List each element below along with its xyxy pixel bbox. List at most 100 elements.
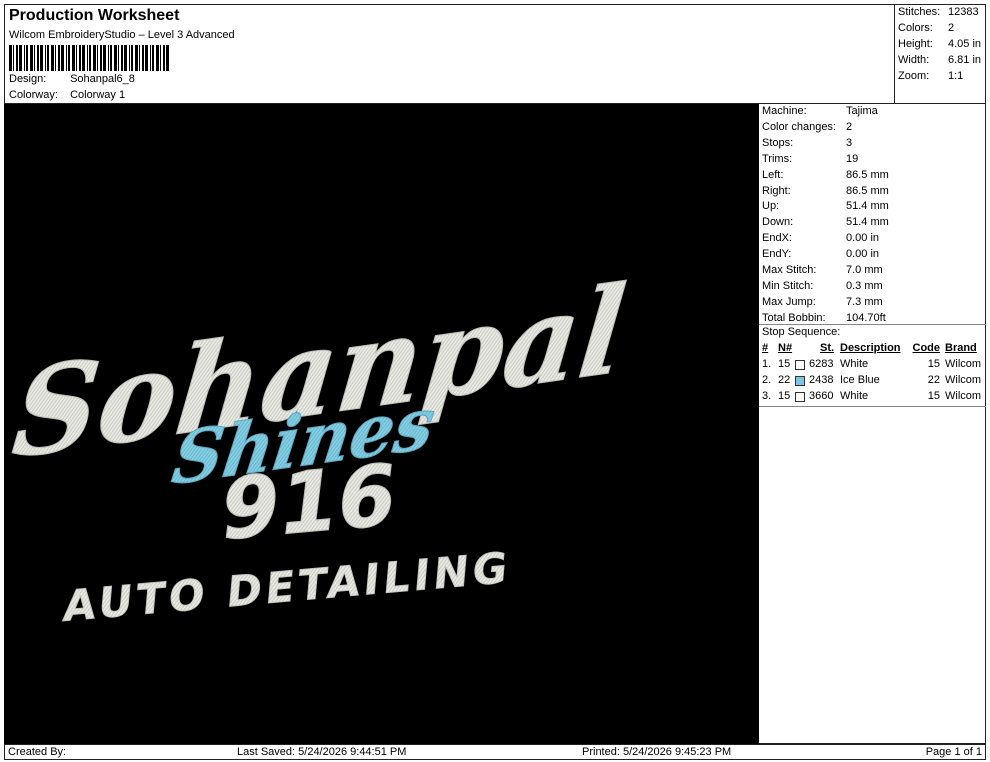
seq-stitches: 6283 [809, 358, 834, 370]
stop-sequence-title: Stop Sequence: [762, 326, 841, 338]
info-label: Min Stitch: [762, 279, 814, 292]
divider [759, 324, 986, 325]
barcode-bar [118, 45, 119, 71]
stat-width: Width: 6.81 in [898, 54, 982, 66]
barcode-bar [47, 45, 49, 71]
info-value: 86.5 mm [846, 168, 889, 181]
barcode-bar [124, 45, 127, 71]
barcode-icon [9, 45, 169, 71]
machine-info-row: Up: 51.4 mm [762, 200, 889, 212]
info-label: Stops: [762, 136, 794, 149]
design-label: Design: [9, 73, 47, 85]
info-value: 19 [846, 152, 859, 165]
barcode-bar [51, 45, 54, 71]
barcode-bar [66, 45, 67, 71]
stop-sequence-header: # N# St. Description Code Brand [762, 342, 977, 354]
stat-zoom: Zoom: 1:1 [898, 70, 964, 82]
info-label: Trims: [762, 152, 793, 165]
info-value: 7.0 mm [846, 264, 883, 276]
embroidery-artwork: Sohanpal Shines 916 AUTO DETAILING [7, 259, 633, 632]
barcode-bar [26, 45, 28, 71]
barcode-bar [163, 45, 165, 71]
seq-index: 1. [762, 358, 772, 370]
page-number: Page 1 of 1 [925, 746, 982, 758]
barcode-bar [93, 45, 96, 71]
barcode-bar [79, 45, 81, 71]
barcode-bar [160, 45, 161, 71]
info-label: Up: [762, 200, 780, 213]
barcode-bar [142, 45, 144, 71]
colorway-row: Colorway: Colorway 1 [9, 89, 125, 101]
production-worksheet: Production Worksheet Wilcom EmbroiderySt… [0, 0, 990, 762]
info-value: 51.4 mm [846, 200, 889, 213]
design-value: Sohanpal6_8 [70, 73, 135, 85]
machine-info-row: Min Stitch: 0.3 mm [762, 280, 883, 292]
machine-info-row: Machine: Tajima [762, 105, 878, 117]
machine-info-row: Color changes: 2 [762, 121, 852, 133]
seq-code: 15 [927, 358, 940, 370]
color-swatch [795, 376, 805, 386]
barcode-bar [30, 45, 33, 71]
stop-sequence-row: 1. 15 6283 White 15 Wilcom [762, 358, 986, 374]
barcode-bar [76, 45, 77, 71]
barcode-bar [45, 45, 46, 71]
seq-brand: Wilcom [945, 374, 982, 386]
machine-info-row: Down: 51.4 mm [762, 216, 889, 228]
barcode-bar [34, 45, 35, 71]
info-label: Total Bobbin: [762, 311, 826, 324]
barcode-bar [82, 45, 85, 71]
color-swatch [795, 360, 805, 370]
barcode-bar [121, 45, 123, 71]
info-label: Machine: [762, 105, 807, 117]
design-name-row: Design: Sohanpal6_8 [9, 73, 135, 85]
seq-needle: 15 [778, 358, 791, 370]
colorway-label: Colorway: [9, 89, 58, 101]
stat-stitches: Stitches: 12383 [898, 6, 979, 18]
info-value: 0.00 in [846, 232, 880, 245]
barcode-bar [58, 45, 60, 71]
seq-stitches: 3660 [809, 390, 834, 402]
info-value: Tajima [846, 105, 878, 117]
barcode-bar [37, 45, 39, 71]
barcode-bar [19, 45, 22, 71]
seq-needle: 15 [778, 390, 791, 402]
info-value: 7.3 mm [846, 295, 883, 308]
machine-info-panel: Machine: Tajima Color changes: 2 Stops: 3 Trim… [759, 104, 986, 744]
barcode-bar [131, 45, 133, 71]
machine-info-row: Trims: 19 [762, 153, 858, 165]
divider [759, 406, 986, 407]
info-value: 0.00 in [846, 248, 880, 261]
barcode-bar [110, 45, 112, 71]
barcode-bar [68, 45, 70, 71]
seq-index: 2. [762, 374, 772, 386]
info-value: 104.70ft [846, 311, 886, 324]
machine-info-row: EndY: 0.00 in [762, 248, 879, 260]
barcode-bar [129, 45, 130, 71]
info-value: 2 [846, 120, 853, 133]
seq-description: White [840, 358, 869, 370]
seq-description: Ice Blue [840, 374, 880, 386]
barcode-bar [139, 45, 140, 71]
info-label: Max Jump: [762, 295, 816, 308]
barcode-bar [150, 45, 151, 71]
info-label: Down: [762, 216, 794, 229]
machine-info-row: Max Jump: 7.3 mm [762, 296, 883, 308]
barcode-bar [145, 45, 148, 71]
stat-colors: Colors: 2 [898, 22, 955, 34]
design-stats: Stitches: 12383 Colors: 2 Height: 4.05 in W… [894, 4, 986, 104]
seq-index: 3. [762, 390, 772, 402]
barcode-bar [40, 45, 43, 71]
design-preview: Sohanpal Shines 916 AUTO DETAILING [4, 104, 759, 744]
color-swatch [795, 392, 805, 402]
info-value: 3 [846, 136, 853, 149]
info-label: EndX: [762, 232, 792, 245]
software-name: Wilcom EmbroideryStudio – Level 3 Advanc… [9, 29, 235, 41]
machine-info-row: EndX: 0.00 in [762, 232, 879, 244]
seq-stitches: 2438 [809, 374, 834, 386]
created-by: Created By: [8, 746, 67, 758]
stop-sequence-row: 2. 22 2438 Ice Blue 22 Wilcom [762, 374, 986, 390]
info-value: 51.4 mm [846, 216, 889, 229]
worksheet-header: Production Worksheet Wilcom EmbroiderySt… [4, 4, 894, 104]
barcode-bar [114, 45, 117, 71]
info-label: EndY: [762, 248, 792, 261]
